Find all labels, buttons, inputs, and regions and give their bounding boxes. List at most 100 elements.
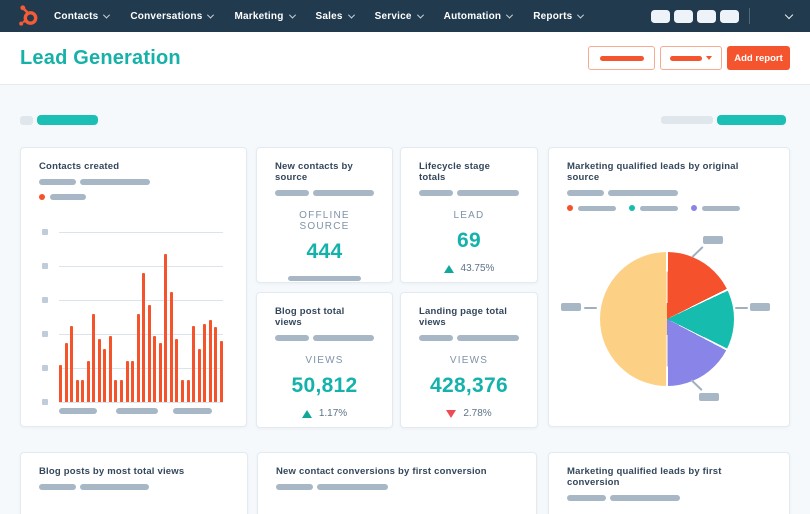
subtitle-placeholder	[39, 179, 76, 185]
legend-label-placeholder	[702, 205, 740, 211]
nav-item-marketing[interactable]: Marketing	[234, 11, 296, 22]
bar[interactable]	[169, 291, 173, 402]
bar[interactable]	[197, 349, 201, 402]
card-new-contacts-by-source: New contacts by source OFFLINE SOURCE 44…	[256, 147, 393, 283]
nav-tool-icon[interactable]	[650, 9, 670, 23]
nav-item-sales[interactable]: Sales	[316, 11, 355, 22]
account-chevron-down-icon[interactable]	[784, 10, 794, 19]
chevron-down-icon	[416, 11, 424, 19]
bar[interactable]	[164, 254, 168, 402]
subtitle-placeholder	[457, 190, 519, 196]
bar[interactable]	[136, 313, 140, 402]
bar[interactable]	[75, 379, 79, 402]
nav-item-reports[interactable]: Reports	[533, 11, 585, 22]
nav-tool-icon[interactable]	[673, 9, 693, 23]
x-axis-label-placeholder	[59, 408, 97, 414]
bar[interactable]	[120, 379, 124, 402]
top-nav: Contacts Conversations Marketing Sales S…	[0, 0, 810, 32]
bar[interactable]	[86, 361, 90, 402]
header-actions: Add report	[588, 46, 790, 70]
bar[interactable]	[81, 379, 85, 402]
nav-item-label: Conversations	[130, 10, 203, 22]
bar[interactable]	[203, 323, 207, 402]
add-report-button[interactable]: Add report	[727, 46, 790, 70]
bar[interactable]	[125, 361, 129, 402]
chevron-down-icon	[706, 56, 712, 60]
bar[interactable]	[108, 335, 112, 402]
delta-triangle-icon	[301, 409, 312, 418]
bar[interactable]	[64, 342, 68, 402]
bar[interactable]	[70, 325, 74, 402]
subtitle-placeholder	[275, 190, 309, 196]
leader-line	[735, 307, 748, 309]
chevron-down-icon	[577, 11, 585, 19]
bar[interactable]	[92, 313, 96, 402]
bar[interactable]	[214, 327, 218, 402]
nav-tool-icon[interactable]	[696, 9, 716, 23]
leader-line	[691, 246, 704, 258]
delta-triangle-icon	[446, 409, 457, 418]
bar[interactable]	[192, 325, 196, 402]
bar[interactable]	[114, 379, 118, 402]
chart-legend	[39, 194, 228, 200]
hubspot-logo-icon[interactable]	[16, 4, 40, 28]
nav-item-label: Automation	[443, 10, 502, 22]
card-title: Lifecycle stage totals	[419, 161, 491, 183]
card-title: Blog posts by most total views	[39, 466, 185, 477]
active-tab-placeholder[interactable]	[717, 115, 786, 125]
y-axis-tick-placeholder	[42, 229, 48, 235]
header-dropdown-button[interactable]	[660, 46, 722, 70]
bar[interactable]	[59, 364, 62, 402]
dashboard-tabs-left	[20, 115, 98, 125]
pie-chart[interactable]	[600, 252, 734, 386]
subtitle-placeholder	[610, 495, 680, 501]
subtitle-placeholder	[317, 484, 388, 490]
chevron-down-icon	[207, 11, 215, 19]
nav-item-service[interactable]: Service	[375, 11, 424, 22]
leader-line	[584, 307, 597, 309]
bar[interactable]	[175, 339, 179, 402]
bar[interactable]	[181, 379, 185, 402]
bar[interactable]	[208, 320, 212, 402]
delta-row: 43.75%	[419, 263, 519, 274]
bar[interactable]	[97, 339, 101, 402]
legend-swatch-icon	[567, 205, 573, 211]
subtitle-placeholder	[312, 190, 374, 196]
chevron-down-icon	[103, 11, 111, 19]
nav-item-contacts[interactable]: Contacts	[54, 11, 111, 22]
bar[interactable]	[219, 340, 223, 402]
subtitle-placeholder	[567, 190, 604, 196]
card-title: Marketing qualified leads by first conve…	[567, 466, 722, 488]
legend-label-placeholder	[640, 205, 678, 211]
bar[interactable]	[153, 335, 157, 402]
chevron-down-icon	[347, 11, 355, 19]
chevron-down-icon	[288, 11, 296, 19]
bar[interactable]	[186, 379, 190, 402]
nav-item-conversations[interactable]: Conversations	[130, 10, 215, 22]
tab-placeholder[interactable]	[661, 116, 713, 124]
tab-placeholder[interactable]	[20, 115, 33, 125]
y-axis-tick-placeholder	[42, 331, 48, 337]
nav-tool-icon[interactable]	[719, 9, 739, 23]
card-contacts-created: Contacts created	[20, 147, 247, 427]
bar[interactable]	[103, 349, 107, 402]
bar[interactable]	[131, 361, 135, 402]
nav-item-automation[interactable]: Automation	[443, 10, 514, 22]
card-blog-posts-by-most-total-views: Blog posts by most total views	[20, 452, 248, 514]
card-blog-post-total-views: Blog post total views VIEWS 50,812 1.17%	[256, 292, 393, 428]
card-mql-by-original-source: Marketing qualified leads by original so…	[548, 147, 790, 427]
y-axis-tick-placeholder	[42, 365, 48, 371]
card-title: Contacts created	[39, 161, 120, 172]
bar[interactable]	[142, 272, 146, 402]
active-tab-placeholder[interactable]	[37, 115, 98, 125]
bar[interactable]	[158, 342, 162, 402]
header-filter-button[interactable]	[588, 46, 655, 70]
bar[interactable]	[147, 305, 151, 402]
bar-chart[interactable]	[59, 232, 223, 402]
legend-swatch-icon	[629, 205, 635, 211]
pie-legend	[567, 205, 771, 211]
subtitle-placeholder	[457, 335, 519, 341]
y-axis-tick-placeholder	[42, 399, 48, 405]
subtitle-placeholder	[312, 335, 374, 341]
dashboard-tabs-right	[661, 115, 786, 125]
